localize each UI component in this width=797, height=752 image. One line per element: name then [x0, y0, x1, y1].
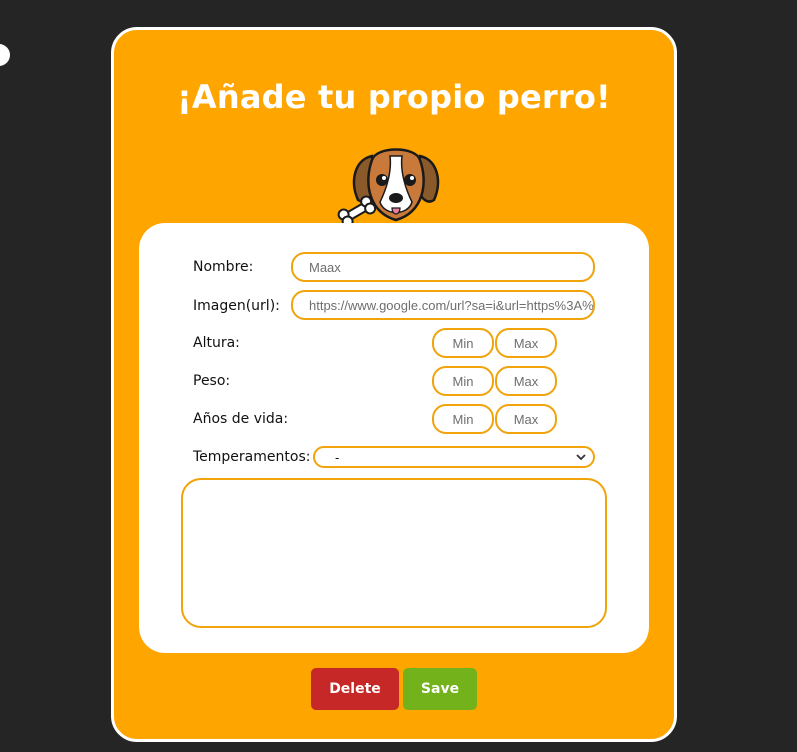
height-label: Altura: — [193, 335, 240, 351]
temperaments-select[interactable]: - — [313, 446, 595, 468]
weight-max-input[interactable]: Max — [495, 366, 557, 396]
save-button[interactable]: Save — [403, 668, 477, 710]
height-max-input[interactable]: Max — [495, 328, 557, 358]
temperaments-textarea[interactable] — [181, 478, 607, 628]
image-url-input[interactable]: https://www.google.com/url?sa=i&url=http… — [291, 290, 595, 320]
beagle-mascot-icon — [337, 148, 440, 228]
weight-min-input[interactable]: Min — [432, 366, 494, 396]
delete-button[interactable]: Delete — [311, 668, 399, 710]
height-min-input[interactable]: Min — [432, 328, 494, 358]
weight-label: Peso: — [193, 373, 231, 389]
image-url-label: Imagen(url): — [193, 298, 280, 314]
name-input[interactable]: Maax — [291, 252, 595, 282]
temperaments-selected-value: - — [335, 449, 340, 465]
add-dog-card: ¡Añade tu propio perro! Nombre: Maax Ima… — [111, 27, 677, 742]
partial-circle-decoration — [0, 44, 10, 66]
temperaments-label: Temperamentos: — [193, 449, 311, 465]
form-panel: Nombre: Maax Imagen(url): https://www.go… — [139, 223, 649, 653]
page-title: ¡Añade tu propio perro! — [177, 78, 611, 116]
lifespan-label: Años de vida: — [193, 411, 289, 427]
lifespan-max-input[interactable]: Max — [495, 404, 557, 434]
chevron-down-icon — [576, 454, 586, 461]
name-label: Nombre: — [193, 259, 254, 275]
lifespan-min-input[interactable]: Min — [432, 404, 494, 434]
